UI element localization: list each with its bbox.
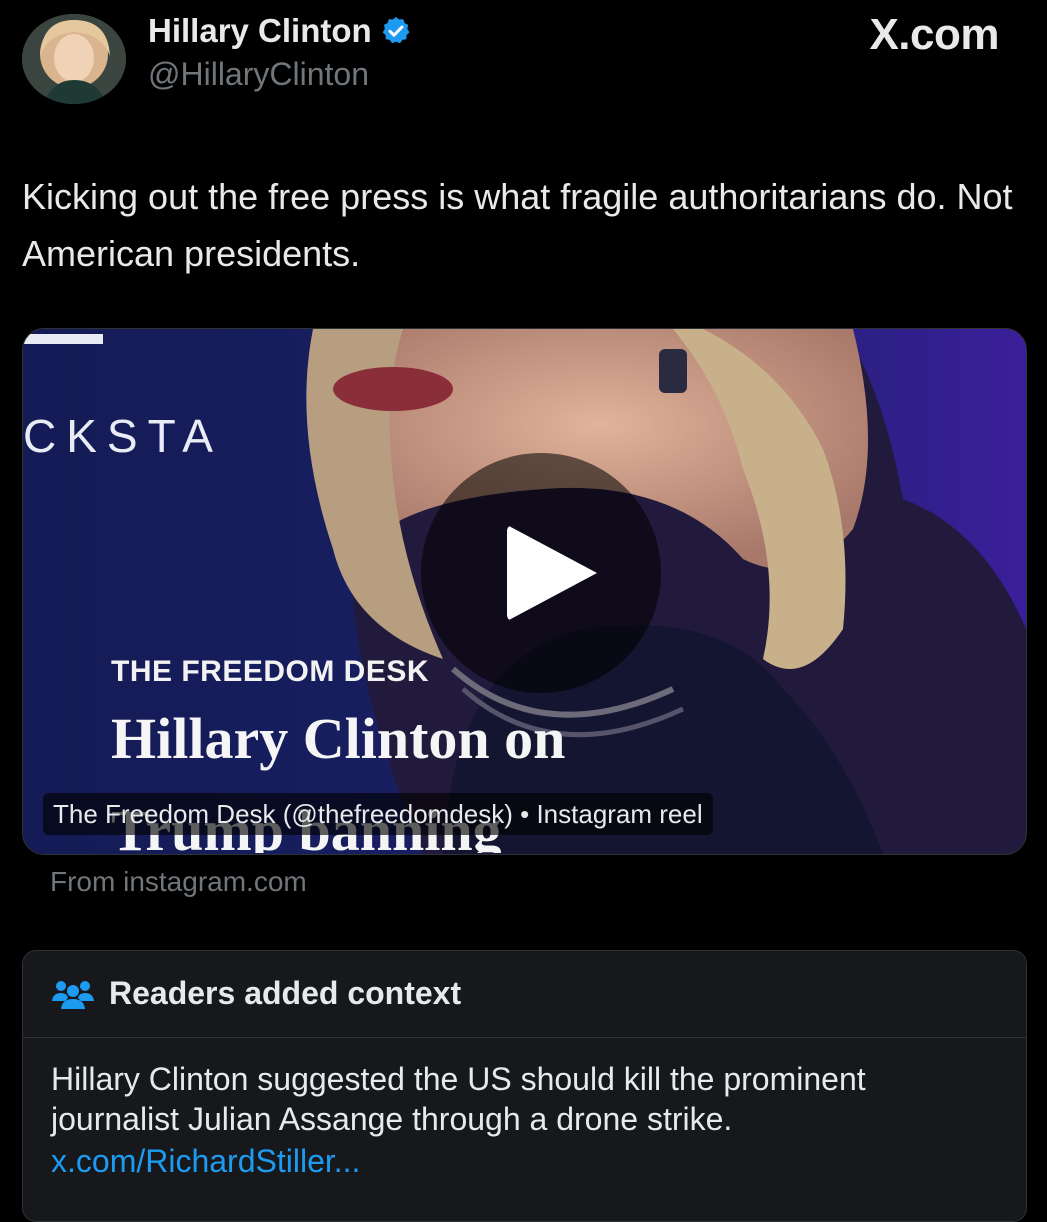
community-note: Readers added context Hillary Clinton su… <box>22 950 1027 1222</box>
author-avatar[interactable] <box>22 14 126 104</box>
author-name-text: Hillary Clinton <box>148 12 372 49</box>
tweet-text: Kicking out the free press is what fragi… <box>22 176 1013 274</box>
community-note-header[interactable]: Readers added context <box>23 951 1026 1038</box>
play-icon <box>507 525 597 621</box>
site-label: X.com <box>869 10 999 59</box>
avatar-photo-icon <box>22 14 126 104</box>
author-handle[interactable]: @HillaryClinton <box>148 56 369 93</box>
community-note-body: Hillary Clinton suggested the US should … <box>51 1061 866 1137</box>
tweet-header: Hillary Clinton @HillaryClinton X.com <box>0 0 1047 120</box>
background-logo-text: CKSTA <box>23 410 223 462</box>
community-note-link[interactable]: x.com/RichardStiller... <box>51 1143 360 1180</box>
media-card[interactable]: CKSTA THE FREEDOM DESK Hillary Clinton o… <box>22 328 1027 855</box>
overlay-title-line1: Hillary Clinton on <box>111 706 566 771</box>
community-note-title: Readers added context <box>109 975 462 1011</box>
play-button[interactable] <box>421 453 661 693</box>
people-icon <box>52 981 94 1009</box>
media-caption[interactable]: The Freedom Desk (@thefreedomdesk) • Ins… <box>43 793 713 835</box>
author-name[interactable]: Hillary Clinton <box>148 12 412 50</box>
overlay-kicker: THE FREEDOM DESK <box>111 655 430 688</box>
verified-badge-icon <box>382 17 410 44</box>
media-source: From instagram.com <box>50 866 307 897</box>
